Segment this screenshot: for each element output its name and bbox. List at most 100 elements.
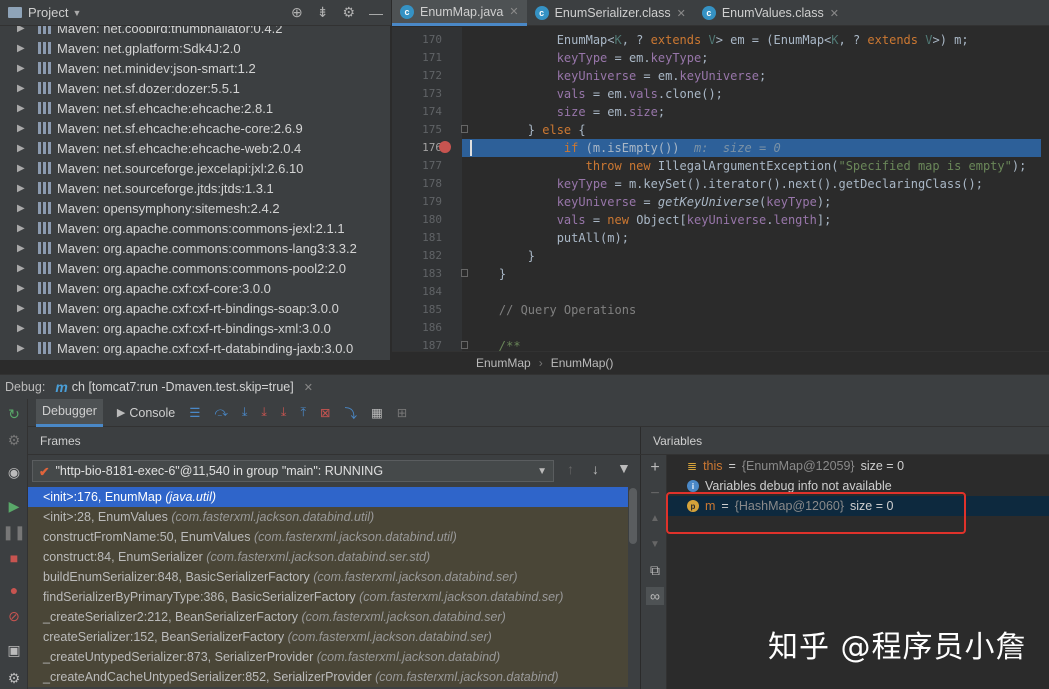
camera-icon[interactable]: ▣ (5, 641, 23, 659)
frame-row[interactable]: findSerializerByPrimaryType:386, BasicSe… (28, 587, 628, 607)
line-number: 180 (422, 213, 442, 226)
tab-enumvalues-class[interactable]: c EnumValues.class ✕ (694, 0, 847, 26)
layout-icon[interactable]: ☰ (189, 405, 200, 420)
close-icon[interactable]: ✕ (304, 381, 313, 394)
tree-item[interactable]: ▶ Maven: net.sourceforge.jtds:jtds:1.3.1 (0, 178, 391, 198)
fold-marker-icon[interactable] (461, 341, 468, 349)
drop-frame-icon[interactable]: ⊠ (320, 405, 330, 420)
expand-arrow-icon[interactable]: ▶ (17, 163, 27, 174)
tree-item[interactable]: ▶ Maven: org.apache.cxf:cxf-core:3.0.0 (0, 278, 391, 298)
move-up-icon[interactable]: ▲ (646, 509, 664, 527)
tree-item[interactable]: ▶ Maven: org.apache.commons:commons-pool2… (0, 258, 391, 278)
gear-icon[interactable]: ⚙ (342, 4, 355, 21)
breakpoint-icon[interactable] (439, 141, 451, 153)
stop-icon[interactable]: ■ (5, 549, 23, 567)
frame-row[interactable]: createSerializer:152, BeanSerializerFact… (28, 627, 628, 647)
expand-arrow-icon[interactable]: ▶ (17, 123, 27, 134)
tree-item[interactable]: ▶ Maven: org.apache.cxf:cxf-rt-bindings-x… (0, 318, 391, 338)
copy-icon[interactable]: ⧉ (646, 561, 664, 579)
dropdown-chevron-icon[interactable]: ▼ (72, 8, 81, 18)
tree-item[interactable]: ▶ Maven: net.sf.ehcache:ehcache-web:2.0.4 (0, 138, 391, 158)
view-icon[interactable]: ◉ (5, 463, 23, 481)
locate-icon[interactable]: ⊕ (291, 4, 303, 21)
code-line: throw new IllegalArgumentException("Spec… (585, 159, 1027, 173)
evaluate-icon[interactable]: ▦ (371, 405, 383, 420)
expand-arrow-icon[interactable]: ▶ (17, 103, 27, 114)
tab-console[interactable]: Console (129, 406, 175, 420)
fold-marker-icon[interactable] (461, 269, 468, 277)
expand-arrow-icon[interactable]: ▶ (17, 143, 27, 154)
expand-arrow-icon[interactable]: ▶ (17, 343, 27, 354)
frame-row[interactable]: _createUntypedSerializer:873, Serializer… (28, 647, 628, 667)
frame-row[interactable]: <init>:28, EnumValues (com.fasterxml.jac… (28, 507, 628, 527)
variable-row-this[interactable]: ≣ this = {EnumMap@12059} size = 0 (667, 456, 1049, 476)
settings-icon[interactable]: ⚙ (5, 431, 23, 449)
step-into-icon[interactable]: ⤓ (261, 405, 267, 420)
frame-row[interactable]: constructFromName:50, EnumValues (com.fa… (28, 527, 628, 547)
minus-icon[interactable]: − (646, 485, 664, 503)
gear-icon[interactable]: ⚙ (5, 669, 23, 687)
expand-arrow-icon[interactable]: ▶ (17, 243, 27, 254)
trace-icon[interactable]: ⊞ (397, 405, 407, 420)
expand-arrow-icon[interactable]: ▶ (17, 183, 27, 194)
expand-arrow-icon[interactable]: ▶ (17, 263, 27, 274)
tree-item[interactable]: ▶ Maven: net.sourceforge.jexcelapi:jxl:2.… (0, 158, 391, 178)
mute-breakpoints-icon[interactable]: ⊘ (5, 607, 23, 625)
arrow-up-icon[interactable]: ↑ (567, 461, 574, 477)
tab-debugger[interactable]: Debugger (36, 398, 103, 427)
tree-item-label: Maven: opensymphony:sitemesh:2.4.2 (57, 200, 280, 216)
tree-item[interactable]: ▶ Maven: net.minidev:json-smart:1.2 (0, 58, 391, 78)
filter-icon[interactable]: ▼ (617, 460, 631, 476)
tree-item[interactable]: ▶ Maven: net.sf.dozer:dozer:5.5.1 (0, 78, 391, 98)
tree-item[interactable]: ▶ Maven: org.apache.commons:commons-lang3… (0, 238, 391, 258)
debug-session-tab[interactable]: ch [tomcat7:run -Dmaven.test.skip=true] (72, 380, 294, 394)
tree-item[interactable]: ▶ Maven: org.apache.cxf:cxf-rt-bindings-s… (0, 298, 391, 318)
tab-enumserializer-class[interactable]: c EnumSerializer.class ✕ (527, 0, 694, 26)
minimize-icon[interactable]: — (369, 5, 383, 21)
force-step-into-icon[interactable]: ⤓ (281, 405, 287, 420)
frame-row[interactable]: _createAndCacheUntypedSerializer:852, Se… (28, 667, 628, 687)
arrow-down-icon[interactable]: ↓ (592, 461, 599, 477)
thread-select[interactable]: ✔ "http-bio-8181-exec-6"@11,540 in group… (32, 460, 554, 482)
frame-row[interactable]: construct:84, EnumSerializer (com.faster… (28, 547, 628, 567)
expand-arrow-icon[interactable]: ▶ (17, 303, 27, 314)
move-down-icon[interactable]: ▼ (646, 535, 664, 553)
tree-item[interactable]: ▶ Maven: org.apache.commons:commons-jexl:… (0, 218, 391, 238)
project-title[interactable]: Project (28, 5, 68, 20)
tree-item-label: Maven: org.apache.commons:commons-jexl:2… (57, 220, 345, 236)
step-out-icon[interactable]: ⤒ (300, 405, 306, 420)
expand-arrow-icon[interactable]: ▶ (17, 83, 27, 94)
expand-arrow-icon[interactable]: ▶ (17, 283, 27, 294)
rerun-icon[interactable]: ↻ (5, 405, 23, 423)
step-over-icon[interactable]: ⤓ (242, 405, 248, 420)
tree-item[interactable]: ▶ Maven: net.gplatform:Sdk4J:2.0 (0, 38, 391, 58)
resume-icon[interactable]: ▶ (5, 497, 23, 515)
tab-enummap-java[interactable]: c EnumMap.java ✕ (392, 0, 527, 26)
expand-arrow-icon[interactable]: ▶ (17, 43, 27, 54)
tree-item[interactable]: ▶ Maven: org.apache.cxf:cxf-rt-databindin… (0, 338, 391, 358)
breadcrumb-class[interactable]: EnumMap (476, 356, 531, 370)
frames-scrollbar[interactable] (629, 488, 637, 544)
breadcrumb-method[interactable]: EnumMap() (551, 356, 614, 370)
close-icon[interactable]: ✕ (830, 7, 839, 20)
tree-item[interactable]: ▶ Maven: opensymphony:sitemesh:2.4.2 (0, 198, 391, 218)
expand-arrow-icon[interactable]: ▶ (17, 203, 27, 214)
glasses-icon[interactable]: ∞ (646, 587, 664, 605)
add-icon[interactable]: + (646, 459, 664, 477)
expand-arrow-icon[interactable]: ▶ (17, 323, 27, 334)
run-to-cursor-icon[interactable]: ⤵ (344, 403, 357, 422)
collapse-icon[interactable]: ⇟ (317, 4, 329, 21)
expand-arrow-icon[interactable]: ▶ (17, 63, 27, 74)
frame-row[interactable]: buildEnumSerializer:848, BasicSerializer… (28, 567, 628, 587)
show-execution-point-icon[interactable]: ⤼ (214, 405, 227, 420)
fold-marker-icon[interactable] (461, 125, 468, 133)
frame-row[interactable]: _createSerializer2:212, BeanSerializerFa… (28, 607, 628, 627)
close-icon[interactable]: ✕ (509, 5, 518, 18)
expand-arrow-icon[interactable]: ▶ (17, 223, 27, 234)
frame-row[interactable]: <init>:176, EnumMap (java.util) (28, 487, 628, 507)
tree-item[interactable]: ▶ Maven: net.sf.ehcache:ehcache:2.8.1 (0, 98, 391, 118)
tree-item[interactable]: ▶ Maven: net.sf.ehcache:ehcache-core:2.6.… (0, 118, 391, 138)
view-breakpoints-icon[interactable]: ● (5, 581, 23, 599)
close-icon[interactable]: ✕ (677, 7, 686, 20)
pause-icon[interactable]: ❚❚ (2, 523, 25, 541)
